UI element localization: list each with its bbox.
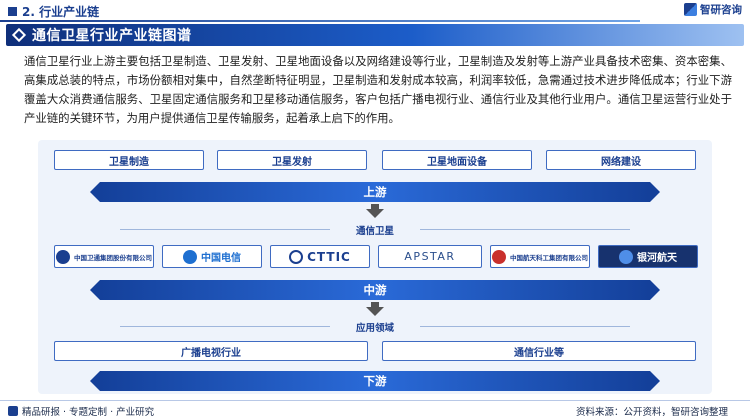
footer-tagline-text: 精品研报 · 专题定制 · 产业研究 xyxy=(22,407,155,418)
brand: 智研咨询 xyxy=(684,2,742,17)
sub-divider-left xyxy=(120,326,330,327)
downstream-sub-label: 应用领域 xyxy=(355,323,394,334)
section-title-text: 2. 行业产业链 xyxy=(22,5,100,19)
downstream-stage-bar: 下游 xyxy=(90,371,660,391)
title-banner: 通信卫星行业产业链图谱 xyxy=(6,24,744,46)
company-logo-galaxyspace: 银河航天 xyxy=(598,245,698,268)
company-logo-cttic: CTTIC xyxy=(270,245,370,268)
footer-divider xyxy=(0,400,750,401)
report-icon xyxy=(8,406,18,416)
brand-name: 智研咨询 xyxy=(700,4,742,16)
footer-tagline: 精品研报 · 专题定制 · 产业研究 xyxy=(8,404,154,418)
sub-divider-left xyxy=(120,229,330,230)
midstream-stage-bar: 中游 xyxy=(90,280,660,300)
diamond-icon xyxy=(11,27,27,43)
company-logo-china-satcom: 中国卫通集团股份有限公司 xyxy=(54,245,154,268)
upstream-item-ground-equipment: 卫星地面设备 xyxy=(382,150,532,170)
upstream-stage-bar: 上游 xyxy=(90,182,660,202)
divider xyxy=(0,20,640,22)
downstream-item-telecom: 通信行业等 xyxy=(382,341,696,361)
source-note: 资料来源：公开资料，智研咨询整理 xyxy=(575,407,728,418)
square-icon xyxy=(8,7,17,16)
sub-divider-right xyxy=(420,326,630,327)
upstream-item-satellite-manufacturing: 卫星制造 xyxy=(54,150,204,170)
down-arrow-icon xyxy=(366,209,384,218)
top-bar: 2. 行业产业链 智研咨询 xyxy=(0,0,750,22)
china-telecom-logo-icon xyxy=(183,249,197,264)
brand-logo-icon xyxy=(684,3,697,16)
page-title: 通信卫星行业产业链图谱 xyxy=(32,28,192,44)
company-logo-casic: 中国航天科工集团有限公司 xyxy=(490,245,590,268)
company-logo-apstar: APSTAR xyxy=(378,245,482,268)
sub-divider-right xyxy=(420,229,630,230)
upstream-item-satellite-launch: 卫星发射 xyxy=(217,150,367,170)
casic-logo-icon xyxy=(492,249,506,264)
intro-paragraph: 通信卫星行业上游主要包括卫星制造、卫星发射、卫星地面设备以及网络建设等行业，卫星… xyxy=(24,54,732,125)
down-arrow-icon xyxy=(366,307,384,316)
upstream-item-network-construction: 网络建设 xyxy=(546,150,696,170)
downstream-item-broadcast-tv: 广播电视行业 xyxy=(54,341,368,361)
midstream-sub-label: 通信卫星 xyxy=(355,226,394,237)
company-logo-china-telecom: 中国电信 xyxy=(162,245,262,268)
cttic-logo-icon xyxy=(289,249,304,264)
section-title: 2. 行业产业链 xyxy=(8,3,99,20)
galaxyspace-logo-icon xyxy=(619,249,633,264)
china-satcom-logo-icon xyxy=(56,249,70,264)
